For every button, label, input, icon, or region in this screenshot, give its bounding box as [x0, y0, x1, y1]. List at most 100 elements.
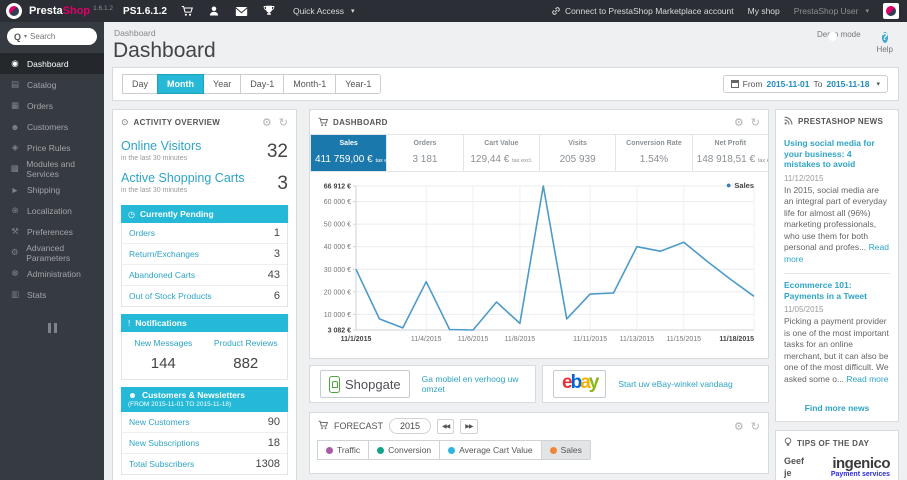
sidebar-item[interactable]: ◉ Dashboard [0, 53, 104, 74]
svg-text:11/4/2015: 11/4/2015 [411, 336, 442, 343]
forecast-toggle[interactable]: Average Cart Value [439, 440, 542, 460]
big-stat-label[interactable]: Active Shopping Carts [121, 171, 288, 185]
sidebar-item[interactable]: ▥ Stats [0, 284, 104, 305]
customer-row-label[interactable]: Total Subscribers [129, 459, 194, 469]
mail-icon[interactable] [235, 6, 248, 17]
ebay-letter: b [570, 372, 583, 393]
ebay-logo: ebay [553, 370, 607, 398]
sidebar-item-label: Orders [27, 100, 53, 111]
svg-text:11/6/2015: 11/6/2015 [458, 336, 489, 343]
cart-icon [318, 117, 329, 129]
sidebar-item[interactable]: ▩ Modules and Services [0, 158, 104, 179]
help-icon[interactable]: ? [881, 32, 888, 43]
page-title: Dashboard [113, 39, 216, 62]
date-range-button[interactable]: Month [157, 74, 205, 94]
notification-label[interactable]: New Messages [124, 338, 203, 348]
search-input[interactable] [30, 32, 83, 41]
sidebar-item[interactable]: ⚒ Preferences [0, 221, 104, 242]
news-article: Using social media for your business: 4 … [784, 132, 890, 275]
article-body: In 2015, social media are an integral pa… [784, 184, 889, 264]
gear-icon[interactable]: ⚙ [262, 116, 272, 129]
customer-row-label[interactable]: New Customers [129, 417, 189, 427]
calendar-icon [730, 80, 739, 88]
svg-text:11/11/2015: 11/11/2015 [573, 336, 607, 343]
rss-icon [784, 116, 793, 127]
sidebar-item[interactable]: ▦ Orders [0, 95, 104, 116]
forecast-year[interactable]: 2015 [389, 418, 432, 434]
pending-row-value: 43 [267, 269, 280, 281]
sidebar-item[interactable]: ☸ Administration [0, 263, 104, 284]
sidebar-item[interactable]: ☻ Customers [0, 116, 104, 137]
notification-label[interactable]: Product Reviews [207, 338, 286, 348]
kpi-tile[interactable]: Sales 411 759,00 € tax excl. [310, 135, 387, 171]
ebay-link[interactable]: Start uw eBay-winkel vandaag [618, 379, 732, 389]
shopgate-banner[interactable]: Shopgate Ga mobiel en verhoog uw omzet [309, 365, 536, 403]
date-range-button[interactable]: Year [203, 74, 242, 94]
sidebar-item[interactable]: ⊕ Localization [0, 200, 104, 221]
sidebar-item[interactable]: ⚙ Advanced Parameters [0, 242, 104, 263]
pending-row-label[interactable]: Out of Stock Products [129, 291, 212, 301]
kpi-label: Cart Value [484, 140, 519, 147]
chevron-down-icon: ▾ [24, 34, 28, 40]
date-picker-button[interactable]: From 2015-11-01 To 2015-11-18 ▾ [722, 75, 888, 93]
demo-mode-label: Demo mode [816, 30, 861, 39]
kpi-row: Sales 411 759,00 € tax excl. Orders 3 18… [310, 134, 768, 172]
kpi-tile[interactable]: Orders 3 181 [386, 135, 462, 171]
date-range-button[interactable]: Day [122, 74, 159, 94]
sidebar-item[interactable]: ► Shipping [0, 179, 104, 200]
kpi-tile[interactable]: Cart Value 129,44 € tax excl. [462, 135, 539, 171]
date-range-button[interactable]: Month-1 [283, 74, 337, 94]
article-title[interactable]: Ecommerce 101: Payments in a Tweet [784, 280, 890, 301]
marketplace-link[interactable]: Connect to PrestaShop Marketplace accoun… [551, 6, 734, 16]
help-control: ? Help [877, 30, 893, 54]
refresh-icon[interactable]: ↻ [751, 116, 760, 129]
sidebar-search[interactable]: Q ▾ [7, 28, 97, 45]
collapse-menu-icon[interactable] [0, 323, 104, 333]
find-more-news-link[interactable]: Find more news [776, 399, 898, 421]
series-color-dot [448, 446, 456, 454]
quick-access-menu[interactable]: Quick Access ▾ [293, 6, 355, 16]
shopgate-link[interactable]: Ga mobiel en verhoog uw omzet [422, 374, 525, 394]
kpi-tile[interactable]: Conversion Rate 1.54% [615, 135, 691, 171]
forecast-toggle[interactable]: Sales [540, 440, 591, 460]
user-menu[interactable]: PrestaShop User ▾ [794, 6, 869, 16]
kpi-suffix: tax excl. [375, 158, 386, 164]
chart-legend[interactable]: ● Sales [726, 180, 754, 190]
kpi-tile[interactable]: Visits 205 939 [538, 135, 615, 171]
kpi-label: Orders [413, 140, 437, 147]
article-title[interactable]: Using social media for your business: 4 … [784, 138, 890, 170]
cart-icon[interactable] [181, 5, 193, 17]
avatar[interactable] [883, 3, 899, 19]
lightbulb-icon [784, 437, 792, 449]
pending-row-label[interactable]: Abandoned Carts [129, 270, 195, 280]
pending-row-label[interactable]: Orders [129, 228, 155, 238]
sidebar-item[interactable]: ▤ Catalog [0, 74, 104, 95]
forecast-toggle[interactable]: Traffic [317, 440, 370, 460]
forecast-toggle[interactable]: Conversion [368, 440, 441, 460]
date-range-button[interactable]: Year-1 [335, 74, 382, 94]
pending-row-label[interactable]: Return/Exchanges [129, 249, 199, 259]
ebay-banner[interactable]: ebay Start uw eBay-winkel vandaag [542, 365, 769, 403]
kpi-value: 205 939 [559, 154, 596, 165]
refresh-icon[interactable]: ↻ [751, 420, 760, 433]
refresh-icon[interactable]: ↻ [279, 116, 288, 129]
user-icon[interactable] [208, 5, 220, 17]
my-shop-link[interactable]: My shop [748, 6, 780, 16]
date-range-button[interactable]: Day-1 [240, 74, 285, 94]
read-more-link[interactable]: Read more [846, 374, 888, 384]
sidebar-item-icon: ⚙ [10, 247, 19, 257]
customer-row-label[interactable]: New Subscriptions [129, 438, 199, 448]
kpi-tile[interactable]: Net Profit 148 918,51 € tax excl. [691, 135, 768, 171]
next-year-button[interactable]: ▶▶ [460, 418, 478, 434]
shopgate-logo: Shopgate [320, 370, 410, 398]
previous-year-button[interactable]: ◀◀ [437, 418, 455, 434]
gear-icon[interactable]: ⚙ [734, 420, 744, 433]
trophy-icon[interactable] [263, 5, 275, 17]
pending-row: Return/Exchanges 3 [122, 244, 287, 265]
sidebar-item[interactable]: ◈ Price Rules [0, 137, 104, 158]
gear-icon[interactable]: ⚙ [734, 116, 744, 129]
sidebar-item-label: Shipping [27, 184, 61, 195]
ebay-letter: a [580, 372, 590, 393]
svg-text:66 912 €: 66 912 € [324, 184, 351, 191]
big-stat-label[interactable]: Online Visitors [121, 139, 288, 153]
